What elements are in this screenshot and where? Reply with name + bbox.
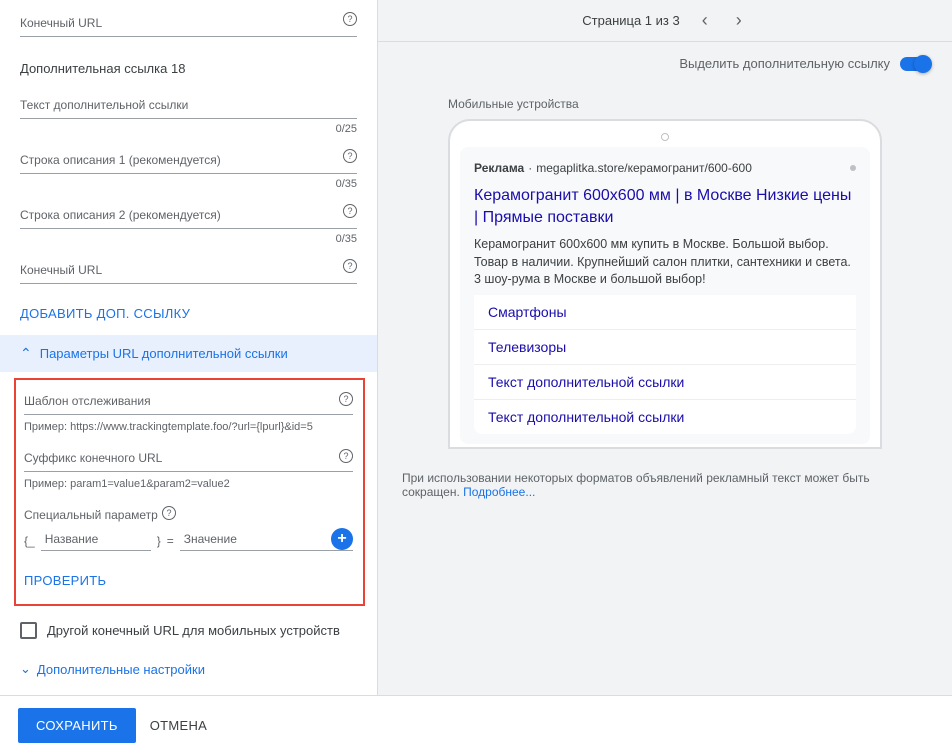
custom-param-name-input[interactable]: Название [41, 530, 151, 551]
chevron-up-icon: ⌃ [20, 345, 32, 362]
help-icon[interactable]: ? [343, 204, 357, 218]
mobile-url-checkbox[interactable] [20, 622, 37, 639]
info-icon[interactable] [850, 165, 856, 171]
sitelink-text-field[interactable]: Текст дополнительной ссылки [20, 98, 357, 119]
highlight-toggle[interactable] [900, 57, 930, 71]
help-icon[interactable]: ? [343, 149, 357, 163]
footer-actions: СОХРАНИТЬ ОТМЕНА [0, 695, 952, 755]
learn-more-link[interactable]: Подробнее... [463, 485, 535, 499]
suffix-example: Пример: param1=value1&param2=value2 [24, 478, 353, 490]
test-button[interactable]: ПРОВЕРИТЬ [24, 573, 353, 588]
tracking-template-field[interactable]: Шаблон отслеживания ? [24, 394, 353, 415]
sitelink-item[interactable]: Текст дополнительной ссылки [474, 364, 856, 399]
help-icon[interactable]: ? [339, 449, 353, 463]
ad-badge: Реклама [474, 161, 524, 175]
mobile-preview-frame: Реклама · megaplitka.store/керамогранит/… [448, 119, 882, 449]
preview-disclaimer: При использовании некоторых форматов объ… [378, 449, 952, 499]
sitelink-item[interactable]: Текст дополнительной ссылки [474, 399, 856, 434]
sitelink-text-counter: 0/25 [20, 123, 357, 135]
help-icon[interactable]: ? [343, 12, 357, 26]
desc2-counter: 0/35 [20, 233, 357, 245]
add-sitelink-button[interactable]: ДОБАВИТЬ ДОП. ССЫЛКУ [0, 284, 377, 335]
sitelink-item[interactable]: Смартфоны [474, 295, 856, 329]
help-icon[interactable]: ? [339, 392, 353, 406]
help-icon[interactable]: ? [343, 259, 357, 273]
device-label: Мобильные устройства [448, 97, 882, 111]
sitelink-form-panel: 0/35 Конечный URL ? Дополнительная ссылк… [0, 0, 378, 695]
final-url-field-top[interactable]: Конечный URL [20, 16, 357, 37]
custom-param-value-input[interactable]: Значение [180, 530, 353, 551]
final-url-field[interactable]: Конечный URL [20, 263, 357, 284]
speaker-icon [661, 133, 669, 141]
ad-headline: Керамогранит 600х600 мм | в Москве Низки… [474, 185, 856, 228]
desc2-field[interactable]: Строка описания 2 (рекомендуется) [20, 208, 357, 229]
preview-panel: Страница 1 из 3 ‹ › Выделить дополнитель… [378, 0, 952, 695]
url-options-expander[interactable]: ⌃ Параметры URL дополнительной ссылки [0, 335, 377, 372]
ad-sitelinks: Смартфоны Телевизоры Текст дополнительно… [474, 295, 856, 434]
custom-param-label: Специальный параметр [24, 508, 158, 522]
mobile-url-label: Другой конечный URL для мобильных устрой… [47, 623, 340, 638]
desc1-counter: 0/35 [20, 178, 357, 190]
save-button[interactable]: СОХРАНИТЬ [18, 708, 136, 743]
chevron-down-icon: ⌄ [20, 661, 31, 677]
highlight-toggle-label: Выделить дополнительную ссылку [679, 56, 890, 71]
ad-description: Керамогранит 600х600 мм купить в Москве.… [474, 236, 856, 289]
cancel-button[interactable]: ОТМЕНА [150, 718, 207, 733]
url-params-box: Шаблон отслеживания ? Пример: https://ww… [14, 378, 365, 606]
pager-text: Страница 1 из 3 [582, 13, 679, 28]
help-icon[interactable]: ? [162, 506, 176, 520]
ad-preview-card: Реклама · megaplitka.store/керамогранит/… [460, 147, 870, 444]
desc1-field[interactable]: Строка описания 1 (рекомендуется) [20, 153, 357, 174]
advanced-settings-expander[interactable]: ⌄ Дополнительные настройки [0, 649, 377, 695]
prev-page-icon[interactable]: ‹ [696, 10, 714, 31]
tracking-example: Пример: https://www.trackingtemplate.foo… [24, 421, 353, 433]
add-param-button[interactable]: + [331, 528, 353, 550]
sitelink-item[interactable]: Телевизоры [474, 329, 856, 364]
next-page-icon[interactable]: › [730, 10, 748, 31]
ad-display-url: megaplitka.store/керамогранит/600-600 [536, 161, 752, 175]
preview-pager: Страница 1 из 3 ‹ › [378, 0, 952, 42]
url-options-label: Параметры URL дополнительной ссылки [40, 346, 288, 361]
final-url-suffix-field[interactable]: Суффикс конечного URL ? [24, 451, 353, 472]
sitelink-section-title: Дополнительная ссылка 18 [0, 37, 377, 80]
